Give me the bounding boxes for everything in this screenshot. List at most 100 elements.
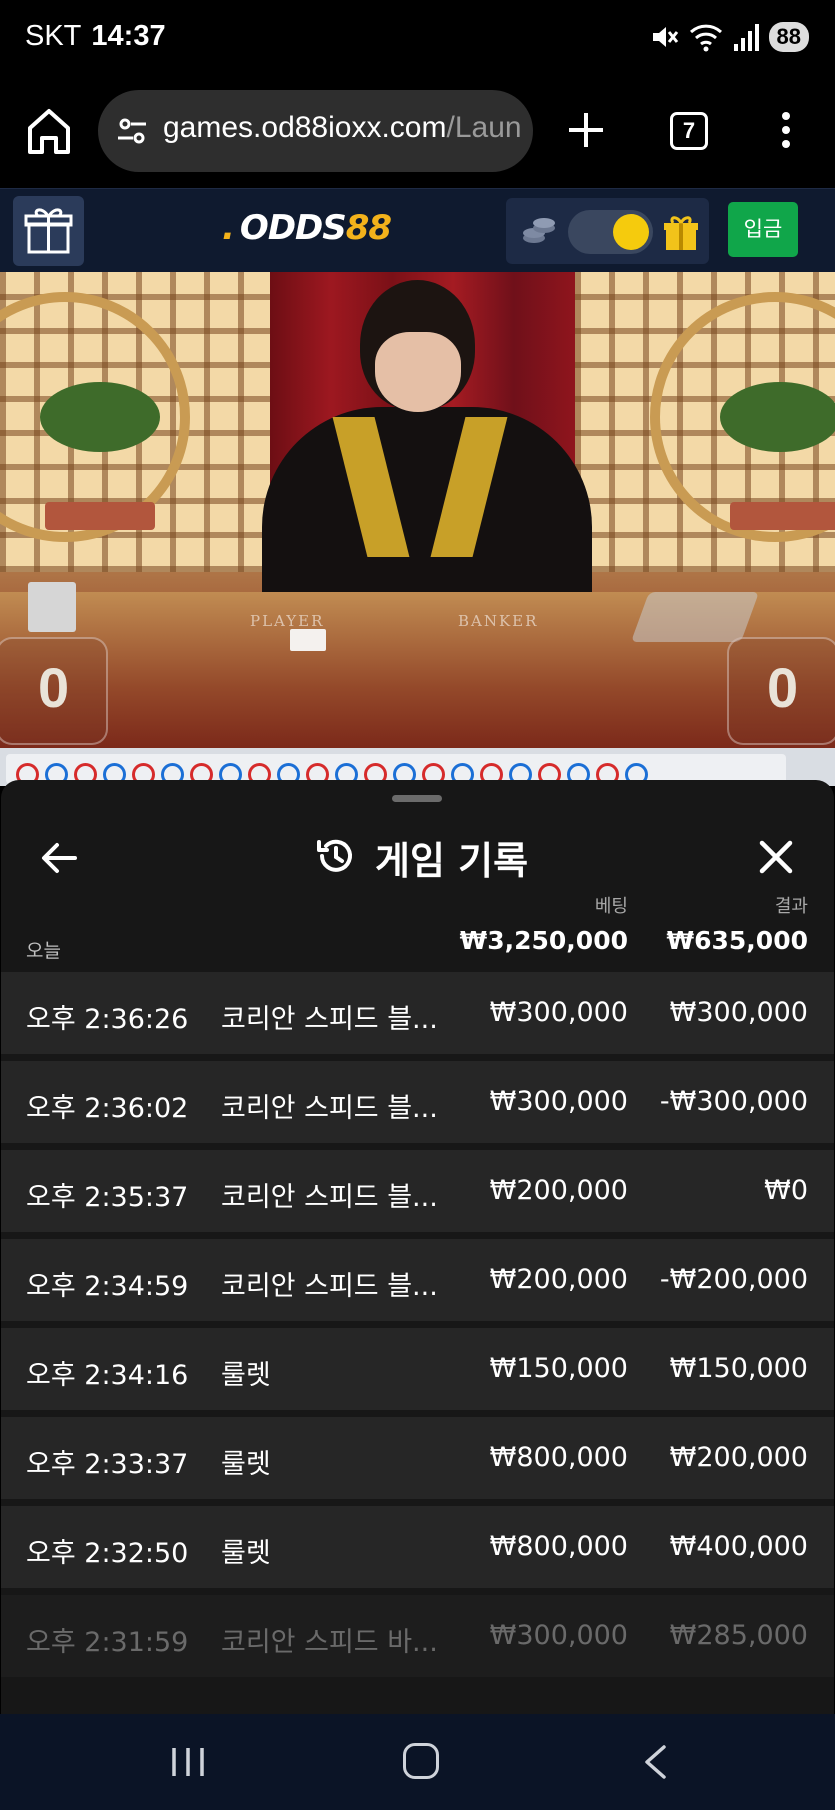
site-settings-icon[interactable] — [116, 115, 148, 147]
row-result: ₩200,000 — [669, 1442, 808, 1473]
history-row[interactable]: 오후 2:32:50 룰렛 ₩800,000 ₩400,000 — [1, 1506, 834, 1588]
deposit-button[interactable]: 입금 — [728, 202, 798, 257]
decor-plant — [720, 382, 835, 452]
nav-back-icon[interactable] — [642, 1744, 668, 1780]
row-bet: ₩150,000 — [489, 1353, 628, 1384]
total-bet: ₩3,250,000 — [459, 926, 628, 955]
row-bet: ₩200,000 — [489, 1175, 628, 1206]
banker-score: 0 — [767, 656, 799, 719]
battery-indicator: 88 — [768, 22, 809, 52]
row-result: ₩0 — [764, 1175, 808, 1206]
back-arrow-icon[interactable] — [41, 842, 77, 874]
history-row[interactable]: 오후 2:34:59 코리안 스피드 블... ₩200,000 -₩200,0… — [1, 1239, 834, 1321]
new-tab-icon[interactable] — [566, 110, 606, 150]
bet-column-header: 베팅 — [594, 896, 628, 917]
tab-switcher-button[interactable]: 7 — [670, 112, 708, 150]
nav-home-button[interactable] — [403, 1743, 439, 1779]
summary-row: 베팅 결과 오늘 ₩3,250,000 ₩635,000 — [1, 892, 834, 972]
row-result: -₩200,000 — [659, 1264, 808, 1295]
history-list: 오후 2:36:26 코리안 스피드 블... ₩300,000 ₩300,00… — [1, 972, 834, 1684]
decor-plant — [40, 382, 160, 452]
banker-score-box: 0 — [727, 637, 835, 745]
logo-number: 88 — [345, 208, 392, 248]
history-row[interactable]: 오후 2:33:37 룰렛 ₩800,000 ₩200,000 — [1, 1417, 834, 1499]
logo-text: ODDS — [239, 208, 347, 248]
clock: 14:37 — [91, 20, 166, 52]
coins-icon[interactable] — [520, 214, 558, 248]
address-bar[interactable]: games.od88ioxx.com/Laun — [98, 90, 533, 172]
row-time: 오후 2:34:16 — [26, 1360, 189, 1391]
row-result: ₩300,000 — [669, 997, 808, 1028]
site-header: . ODDS88 입금 — [0, 188, 835, 272]
card-shoe — [630, 592, 760, 642]
promo-button[interactable] — [13, 196, 84, 266]
banker-area-label: BANKER — [458, 612, 539, 630]
decor-pot — [45, 502, 155, 530]
row-bet: ₩300,000 — [489, 997, 628, 1028]
recent-apps-icon[interactable] — [170, 1746, 206, 1778]
row-game: 코리안 스피드 블... — [221, 1182, 438, 1213]
panel-title: 게임 기록 — [375, 839, 529, 883]
row-game: 룰렛 — [221, 1360, 271, 1391]
wallet-panel — [506, 198, 709, 264]
history-row[interactable]: 오후 2:36:26 코리안 스피드 블... ₩300,000 ₩300,00… — [1, 972, 834, 1054]
more-menu-icon[interactable] — [776, 110, 796, 150]
gift-icon[interactable] — [661, 212, 701, 252]
site-logo[interactable]: . ODDS88 — [222, 208, 392, 248]
row-time: 오후 2:36:26 — [26, 1004, 189, 1035]
url-text[interactable]: games.od88ioxx.com/Laun — [163, 111, 522, 145]
home-icon[interactable] — [26, 106, 72, 156]
history-row[interactable]: 오후 2:34:16 룰렛 ₩150,000 ₩150,000 — [1, 1328, 834, 1410]
status-icons: 88 — [649, 22, 809, 52]
row-time: 오후 2:35:37 — [26, 1182, 189, 1213]
balance-toggle[interactable] — [568, 210, 653, 254]
signal-icon — [733, 24, 759, 51]
row-game: 코리안 스피드 블... — [221, 1093, 438, 1124]
game-history-panel: 게임 기록 베팅 결과 오늘 ₩3,250,000 ₩635,000 오후 2:… — [1, 780, 834, 1715]
player-score-box: 0 — [0, 637, 108, 745]
row-bet: ₩300,000 — [489, 1620, 628, 1651]
row-time: 오후 2:33:37 — [26, 1449, 189, 1480]
url-path: /Laun — [446, 111, 522, 144]
row-bet: ₩800,000 — [489, 1442, 628, 1473]
dealer-face — [375, 332, 461, 412]
row-result: -₩300,000 — [659, 1086, 808, 1117]
row-game: 코리안 스피드 바... — [221, 1627, 438, 1658]
url-host: games.od88ioxx.com — [163, 111, 447, 144]
status-bar: SKT 14:37 88 — [0, 0, 835, 80]
history-icon — [317, 839, 352, 872]
history-row[interactable]: 오후 2:31:59 코리안 스피드 바... ₩300,000 ₩285,00… — [1, 1595, 834, 1677]
row-bet: ₩200,000 — [489, 1264, 628, 1295]
row-game: 룰렛 — [221, 1538, 271, 1569]
player-area-label: PLAYER — [250, 612, 325, 630]
history-row[interactable]: 오후 2:36:02 코리안 스피드 블... ₩300,000 -₩300,0… — [1, 1061, 834, 1143]
wifi-icon — [689, 24, 722, 52]
row-result: ₩150,000 — [669, 1353, 808, 1384]
browser-toolbar: games.od88ioxx.com/Laun 7 — [0, 80, 835, 188]
row-game: 코리안 스피드 블... — [221, 1004, 438, 1035]
mute-icon — [652, 27, 678, 47]
row-bet: ₩800,000 — [489, 1531, 628, 1562]
carrier: SKT — [25, 20, 82, 52]
close-icon[interactable] — [759, 840, 793, 874]
total-result: ₩635,000 — [666, 926, 808, 955]
discard-stack — [28, 582, 76, 632]
live-video[interactable]: PLAYER BANKER 0 0 — [0, 272, 835, 748]
playing-card — [290, 629, 326, 651]
system-nav-bar — [0, 1714, 835, 1810]
row-bet: ₩300,000 — [489, 1086, 628, 1117]
status-carrier-time: SKT 14:37 — [25, 20, 166, 53]
decor-pot — [730, 502, 835, 530]
row-time: 오후 2:36:02 — [26, 1093, 189, 1124]
history-row[interactable]: 오후 2:35:37 코리안 스피드 블... ₩200,000 ₩0 — [1, 1150, 834, 1232]
drag-handle[interactable] — [392, 795, 442, 802]
row-time: 오후 2:31:59 — [26, 1627, 189, 1658]
row-result: ₩400,000 — [669, 1531, 808, 1562]
result-column-header: 결과 — [774, 896, 808, 917]
row-game: 코리안 스피드 블... — [221, 1271, 438, 1302]
player-score: 0 — [38, 656, 70, 719]
row-time: 오후 2:32:50 — [26, 1538, 189, 1569]
row-time: 오후 2:34:59 — [26, 1271, 189, 1302]
summary-day-label: 오늘 — [26, 940, 61, 962]
row-result: ₩285,000 — [669, 1620, 808, 1651]
